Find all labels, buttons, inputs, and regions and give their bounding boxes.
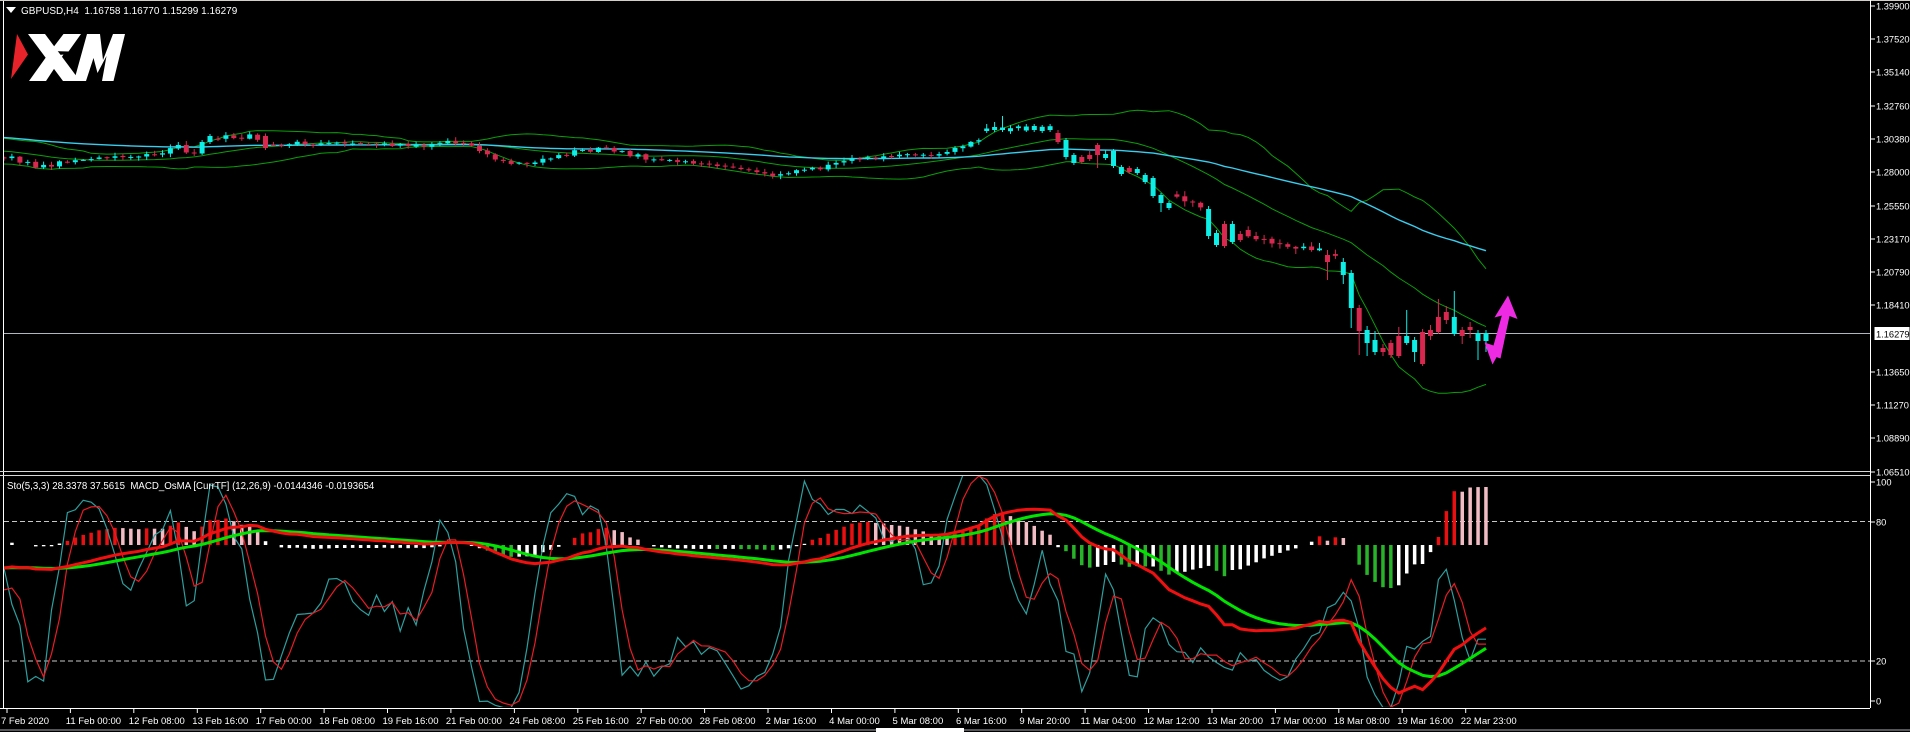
svg-text:4 Mar 00:00: 4 Mar 00:00 — [829, 716, 880, 727]
svg-text:19 Feb 16:00: 19 Feb 16:00 — [383, 716, 439, 727]
svg-text:7 Feb 2020: 7 Feb 2020 — [1, 716, 49, 727]
svg-text:1.13650: 1.13650 — [1876, 368, 1910, 378]
svg-text:1.39900: 1.39900 — [1876, 2, 1910, 12]
svg-text:5 Mar 08:00: 5 Mar 08:00 — [893, 716, 944, 727]
svg-text:24 Feb 08:00: 24 Feb 08:00 — [509, 716, 565, 727]
svg-text:19 Mar 16:00: 19 Mar 16:00 — [1397, 716, 1453, 727]
svg-text:80: 80 — [1876, 518, 1886, 528]
svg-text:20: 20 — [1876, 657, 1886, 667]
svg-text:28 Feb 08:00: 28 Feb 08:00 — [700, 716, 756, 727]
svg-text:18 Mar 08:00: 18 Mar 08:00 — [1334, 716, 1390, 727]
svg-text:1.32760: 1.32760 — [1876, 102, 1910, 112]
svg-text:13 Feb 16:00: 13 Feb 16:00 — [192, 716, 248, 727]
svg-text:Sto(5,3,3) 28.3378 37.5615 MA: Sto(5,3,3) 28.3378 37.5615 MACD_OsMA [Cu… — [7, 481, 375, 492]
svg-text:17 Feb 00:00: 17 Feb 00:00 — [256, 716, 312, 727]
svg-text:22 Mar 23:00: 22 Mar 23:00 — [1461, 716, 1517, 727]
svg-text:1.11270: 1.11270 — [1876, 401, 1909, 411]
svg-text:0: 0 — [1876, 697, 1881, 707]
svg-text:11 Mar 04:00: 11 Mar 04:00 — [1080, 716, 1135, 727]
svg-text:1.28000: 1.28000 — [1876, 168, 1910, 178]
svg-text:9 Mar 20:00: 9 Mar 20:00 — [1019, 716, 1070, 727]
svg-text:1.18410: 1.18410 — [1876, 301, 1910, 311]
svg-text:GBPUSD,H4 1.16758 1.16770 1.1: GBPUSD,H4 1.16758 1.16770 1.15299 1.1627… — [21, 6, 238, 17]
svg-text:1.08890: 1.08890 — [1876, 434, 1910, 444]
svg-text:1.30380: 1.30380 — [1876, 135, 1910, 145]
svg-text:12 Mar 12:00: 12 Mar 12:00 — [1144, 716, 1200, 727]
svg-text:1.25550: 1.25550 — [1876, 202, 1910, 212]
svg-text:100: 100 — [1876, 478, 1892, 488]
svg-text:17 Mar 00:00: 17 Mar 00:00 — [1270, 716, 1326, 727]
svg-text:1.20790: 1.20790 — [1876, 268, 1910, 278]
svg-text:6 Mar 16:00: 6 Mar 16:00 — [956, 716, 1007, 727]
svg-text:18 Feb 08:00: 18 Feb 08:00 — [319, 716, 375, 727]
svg-text:12 Feb 08:00: 12 Feb 08:00 — [129, 716, 185, 727]
svg-text:1.37520: 1.37520 — [1876, 35, 1910, 45]
svg-text:1.35140: 1.35140 — [1876, 68, 1910, 78]
svg-text:1.16279: 1.16279 — [1876, 330, 1910, 340]
svg-text:1.23170: 1.23170 — [1876, 235, 1910, 245]
svg-text:2 Mar 16:00: 2 Mar 16:00 — [766, 716, 817, 727]
svg-text:25 Feb 16:00: 25 Feb 16:00 — [573, 716, 629, 727]
svg-text:1.06510: 1.06510 — [1876, 468, 1910, 478]
svg-text:21 Feb 00:00: 21 Feb 00:00 — [446, 716, 502, 727]
svg-text:13 Mar 20:00: 13 Mar 20:00 — [1207, 716, 1263, 727]
svg-text:11 Feb 00:00: 11 Feb 00:00 — [66, 716, 121, 727]
svg-text:27 Feb 00:00: 27 Feb 00:00 — [636, 716, 692, 727]
